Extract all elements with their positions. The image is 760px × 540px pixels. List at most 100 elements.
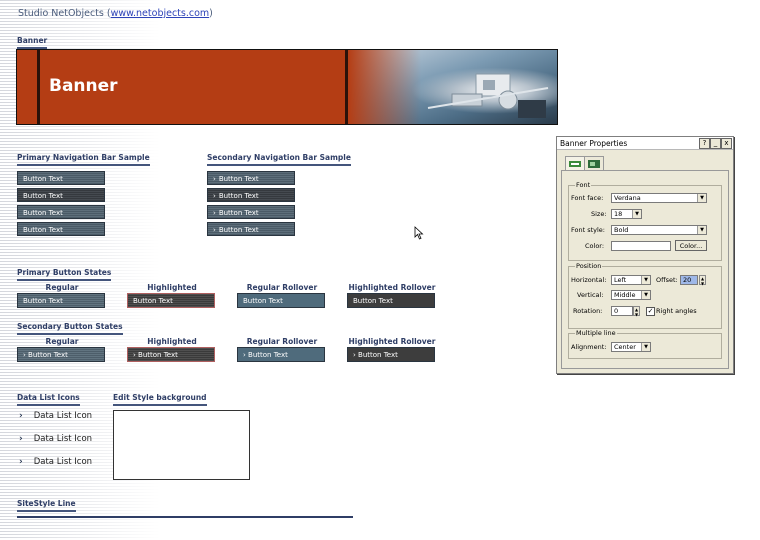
edit-style-title: Edit Style background bbox=[113, 393, 207, 406]
font-style-select[interactable]: Bold ▼ bbox=[611, 225, 707, 235]
dropdown-arrow-icon: ▼ bbox=[697, 194, 706, 202]
tab-picture[interactable] bbox=[584, 156, 604, 171]
vertical-select[interactable]: Middle ▼ bbox=[611, 290, 651, 300]
secondary-nav-button[interactable]: › Button Text bbox=[207, 171, 295, 185]
secondary-nav-bar: › Button Text › Button Text › Button Text ›… bbox=[207, 171, 295, 236]
button-label: Button Text bbox=[218, 209, 259, 217]
column-header-regular-rollover: Regular Rollover bbox=[246, 283, 318, 292]
horizontal-select[interactable]: Left ▼ bbox=[611, 275, 651, 285]
font-style-label: Font style: bbox=[571, 226, 605, 234]
column-header-highlighted: Highlighted bbox=[147, 337, 197, 346]
button-label: Button Text bbox=[218, 226, 259, 234]
column-header-regular: Regular bbox=[45, 337, 79, 346]
column-header-regular: Regular bbox=[45, 283, 79, 292]
secondary-regular-rollover-button[interactable]: › Button Text bbox=[237, 347, 325, 362]
primary-highlighted-button[interactable]: Button Text bbox=[127, 293, 215, 308]
secondary-nav-button[interactable]: › Button Text bbox=[207, 205, 295, 219]
offset-value: 20 bbox=[683, 276, 692, 284]
banner-photo bbox=[348, 50, 557, 124]
banner-text: Banner bbox=[49, 76, 118, 96]
rotation-spinner[interactable]: ▲ ▼ bbox=[633, 306, 640, 317]
font-style-value: Bold bbox=[614, 226, 629, 234]
offset-input[interactable]: 20 bbox=[680, 275, 698, 285]
offset-spinner[interactable]: ▲ ▼ bbox=[699, 275, 706, 286]
credit-suffix: ) bbox=[209, 8, 213, 19]
mouse-cursor-icon bbox=[414, 226, 424, 240]
data-list-item: › Data List Icon bbox=[19, 411, 92, 421]
column-header-highlighted-rollover: Highlighted Rollover bbox=[348, 337, 436, 346]
arrow-icon: › bbox=[213, 209, 216, 217]
secondary-nav-button[interactable]: › Button Text bbox=[207, 188, 295, 202]
rotation-value: 0 bbox=[614, 307, 619, 315]
column-header-highlighted: Highlighted bbox=[147, 283, 197, 292]
arrow-icon: › bbox=[213, 192, 216, 200]
offset-label: Offset: bbox=[656, 276, 678, 284]
dropdown-arrow-icon: ▼ bbox=[641, 291, 650, 299]
button-label: Button Text bbox=[138, 351, 178, 359]
sitestyle-line bbox=[17, 516, 353, 518]
tab-text[interactable] bbox=[565, 156, 585, 171]
space-station-image bbox=[427, 73, 549, 118]
netobjects-link[interactable]: www.netobjects.com bbox=[111, 8, 210, 19]
banner-sample: Banner bbox=[16, 49, 558, 125]
data-list-label: Data List Icon bbox=[33, 457, 93, 467]
properties-tab-pane: Font Font face: Verdana ▼ Size: 18 ▼ Font … bbox=[561, 170, 729, 369]
data-list-item: › Data List Icon bbox=[19, 457, 92, 467]
dialog-title-bar[interactable]: Banner Properties ? _ x bbox=[557, 137, 733, 150]
button-label: Button Text bbox=[218, 175, 259, 183]
secondary-highlighted-rollover-button[interactable]: › Button Text bbox=[347, 347, 435, 362]
banner-section-title: Banner bbox=[17, 36, 48, 49]
vertical-label: Vertical: bbox=[577, 291, 604, 299]
multiple-line-group-label: Multiple line bbox=[575, 329, 617, 337]
primary-nav-button[interactable]: Button Text bbox=[17, 188, 105, 202]
primary-nav-button[interactable]: Button Text bbox=[17, 222, 105, 236]
chevron-right-icon: › bbox=[19, 411, 23, 421]
primary-regular-button[interactable]: Button Text bbox=[17, 293, 105, 308]
button-label: Button Text bbox=[218, 192, 259, 200]
dropdown-arrow-icon: ▼ bbox=[641, 276, 650, 284]
button-label: Button Text bbox=[28, 351, 68, 359]
color-button[interactable]: Color... bbox=[675, 240, 707, 251]
banner-divider bbox=[37, 50, 40, 124]
primary-highlighted-rollover-button[interactable]: Button Text bbox=[347, 293, 435, 308]
font-face-value: Verdana bbox=[614, 194, 641, 202]
primary-nav-bar: Button Text Button Text Button Text Butt… bbox=[17, 171, 105, 236]
secondary-nav-title: Secondary Navigation Bar Sample bbox=[207, 153, 351, 166]
color-swatch[interactable] bbox=[611, 241, 671, 251]
primary-regular-rollover-button[interactable]: Button Text bbox=[237, 293, 325, 308]
chevron-right-icon: › bbox=[19, 457, 23, 467]
edit-style-box bbox=[113, 410, 250, 480]
dropdown-arrow-icon: ▼ bbox=[632, 210, 641, 218]
chevron-right-icon: › bbox=[19, 434, 23, 444]
arrow-icon: › bbox=[213, 226, 216, 234]
secondary-highlighted-button[interactable]: › Button Text bbox=[127, 347, 215, 362]
right-angles-label: Right angles bbox=[656, 307, 697, 315]
rotation-input[interactable]: 0 bbox=[611, 306, 633, 316]
help-button[interactable]: ? bbox=[699, 138, 710, 149]
primary-nav-button[interactable]: Button Text bbox=[17, 205, 105, 219]
primary-nav-title: Primary Navigation Bar Sample bbox=[17, 153, 150, 166]
multiple-line-group: Multiple line Alignment: Center ▼ bbox=[568, 329, 722, 359]
minimize-button[interactable]: _ bbox=[710, 138, 721, 149]
button-label: Button Text bbox=[358, 351, 398, 359]
rotation-label: Rotation: bbox=[573, 307, 603, 315]
size-select[interactable]: 18 ▼ bbox=[611, 209, 642, 219]
column-header-regular-rollover: Regular Rollover bbox=[246, 337, 318, 346]
secondary-regular-button[interactable]: › Button Text bbox=[17, 347, 105, 362]
data-list-item: › Data List Icon bbox=[19, 434, 92, 444]
alignment-select[interactable]: Center ▼ bbox=[611, 342, 651, 352]
alignment-value: Center bbox=[614, 343, 636, 351]
size-label: Size: bbox=[591, 210, 607, 218]
primary-states-title: Primary Button States bbox=[17, 268, 112, 281]
button-label: Button Text bbox=[248, 351, 288, 359]
right-angles-checkbox[interactable]: ✓ bbox=[646, 307, 655, 316]
font-face-label: Font face: bbox=[571, 194, 604, 202]
font-face-select[interactable]: Verdana ▼ bbox=[611, 193, 707, 203]
secondary-nav-button[interactable]: › Button Text bbox=[207, 222, 295, 236]
dropdown-arrow-icon: ▼ bbox=[697, 226, 706, 234]
vertical-value: Middle bbox=[614, 291, 636, 299]
close-button[interactable]: x bbox=[721, 138, 732, 149]
primary-nav-button[interactable]: Button Text bbox=[17, 171, 105, 185]
alignment-label: Alignment: bbox=[571, 343, 607, 351]
horizontal-value: Left bbox=[614, 276, 627, 284]
